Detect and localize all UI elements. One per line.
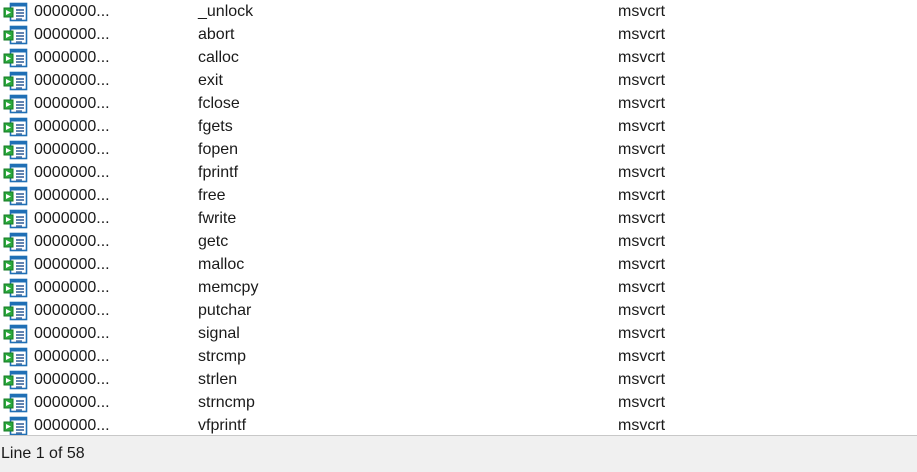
function-name-cell: signal: [198, 325, 240, 342]
import-function-icon: [3, 117, 28, 137]
function-name-cell: free: [198, 187, 226, 204]
library-cell: msvcrt: [618, 233, 666, 250]
import-function-icon: [3, 140, 28, 160]
library-cell: msvcrt: [618, 256, 666, 273]
function-name-cell: fopen: [198, 141, 239, 158]
table-row[interactable]: 0000000... fwrite msvcrt: [0, 207, 917, 230]
address-cell: 0000000...: [34, 394, 110, 411]
library-cell: msvcrt: [618, 72, 666, 89]
library-cell: msvcrt: [618, 210, 666, 227]
import-function-icon: [3, 278, 28, 298]
import-function-icon: [3, 48, 28, 68]
function-name-cell: putchar: [198, 302, 252, 319]
table-row[interactable]: 0000000... signal msvcrt: [0, 322, 917, 345]
import-function-icon: [3, 2, 28, 22]
function-name-cell: getc: [198, 233, 229, 250]
address-cell: 0000000...: [34, 233, 110, 250]
library-cell: msvcrt: [618, 164, 666, 181]
library-cell: msvcrt: [618, 417, 666, 434]
import-function-icon: [3, 163, 28, 183]
address-cell: 0000000...: [34, 164, 110, 181]
imports-list[interactable]: 0000000... _unlock msvcrt 0000000... abort ms…: [0, 0, 917, 435]
import-function-icon: [3, 393, 28, 413]
library-cell: msvcrt: [618, 394, 666, 411]
address-cell: 0000000...: [34, 256, 110, 273]
library-cell: msvcrt: [618, 325, 666, 342]
import-function-icon: [3, 186, 28, 206]
status-line-text: Line 1 of 58: [1, 445, 85, 462]
address-cell: 0000000...: [34, 371, 110, 388]
table-row[interactable]: 0000000... putchar msvcrt: [0, 299, 917, 322]
table-row[interactable]: 0000000... free msvcrt: [0, 184, 917, 207]
import-function-icon: [3, 71, 28, 91]
function-name-cell: fgets: [198, 118, 233, 135]
import-function-icon: [3, 301, 28, 321]
import-function-icon: [3, 209, 28, 229]
import-function-icon: [3, 94, 28, 114]
address-cell: 0000000...: [34, 26, 110, 43]
table-row[interactable]: 0000000... getc msvcrt: [0, 230, 917, 253]
function-name-cell: memcpy: [198, 279, 259, 296]
address-cell: 0000000...: [34, 72, 110, 89]
library-cell: msvcrt: [618, 118, 666, 135]
function-name-cell: vfprintf: [198, 417, 247, 434]
address-cell: 0000000...: [34, 302, 110, 319]
import-function-icon: [3, 255, 28, 275]
table-row[interactable]: 0000000... fgets msvcrt: [0, 115, 917, 138]
address-cell: 0000000...: [34, 210, 110, 227]
function-name-cell: fclose: [198, 95, 240, 112]
function-name-cell: strcmp: [198, 348, 246, 365]
library-cell: msvcrt: [618, 26, 666, 43]
table-row[interactable]: 0000000... memcpy msvcrt: [0, 276, 917, 299]
table-row[interactable]: 0000000... exit msvcrt: [0, 69, 917, 92]
function-name-cell: calloc: [198, 49, 239, 66]
import-function-icon: [3, 324, 28, 344]
address-cell: 0000000...: [34, 95, 110, 112]
library-cell: msvcrt: [618, 371, 666, 388]
table-row[interactable]: 0000000... strlen msvcrt: [0, 368, 917, 391]
table-row[interactable]: 0000000... fprintf msvcrt: [0, 161, 917, 184]
function-name-cell: exit: [198, 72, 223, 89]
table-row[interactable]: 0000000... malloc msvcrt: [0, 253, 917, 276]
table-row[interactable]: 0000000... fclose msvcrt: [0, 92, 917, 115]
library-cell: msvcrt: [618, 3, 666, 20]
address-cell: 0000000...: [34, 325, 110, 342]
function-name-cell: strncmp: [198, 394, 255, 411]
library-cell: msvcrt: [618, 302, 666, 319]
address-cell: 0000000...: [34, 279, 110, 296]
library-cell: msvcrt: [618, 141, 666, 158]
function-name-cell: _unlock: [198, 3, 254, 20]
table-row[interactable]: 0000000... _unlock msvcrt: [0, 0, 917, 23]
table-row[interactable]: 0000000... abort msvcrt: [0, 23, 917, 46]
function-name-cell: malloc: [198, 256, 245, 273]
import-function-icon: [3, 347, 28, 367]
library-cell: msvcrt: [618, 49, 666, 66]
address-cell: 0000000...: [34, 417, 110, 434]
import-function-icon: [3, 416, 28, 435]
import-function-icon: [3, 232, 28, 252]
import-function-icon: [3, 370, 28, 390]
function-name-cell: fwrite: [198, 210, 237, 227]
function-name-cell: abort: [198, 26, 235, 43]
library-cell: msvcrt: [618, 95, 666, 112]
address-cell: 0000000...: [34, 348, 110, 365]
status-bar: Line 1 of 58: [0, 435, 917, 472]
import-function-icon: [3, 25, 28, 45]
table-row[interactable]: 0000000... calloc msvcrt: [0, 46, 917, 69]
address-cell: 0000000...: [34, 3, 110, 20]
address-cell: 0000000...: [34, 118, 110, 135]
address-cell: 0000000...: [34, 49, 110, 66]
function-name-cell: strlen: [198, 371, 238, 388]
library-cell: msvcrt: [618, 348, 666, 365]
table-row[interactable]: 0000000... fopen msvcrt: [0, 138, 917, 161]
table-row[interactable]: 0000000... strcmp msvcrt: [0, 345, 917, 368]
library-cell: msvcrt: [618, 279, 666, 296]
table-row[interactable]: 0000000... vfprintf msvcrt: [0, 414, 917, 435]
function-name-cell: fprintf: [198, 164, 239, 181]
address-cell: 0000000...: [34, 187, 110, 204]
library-cell: msvcrt: [618, 187, 666, 204]
table-row[interactable]: 0000000... strncmp msvcrt: [0, 391, 917, 414]
address-cell: 0000000...: [34, 141, 110, 158]
